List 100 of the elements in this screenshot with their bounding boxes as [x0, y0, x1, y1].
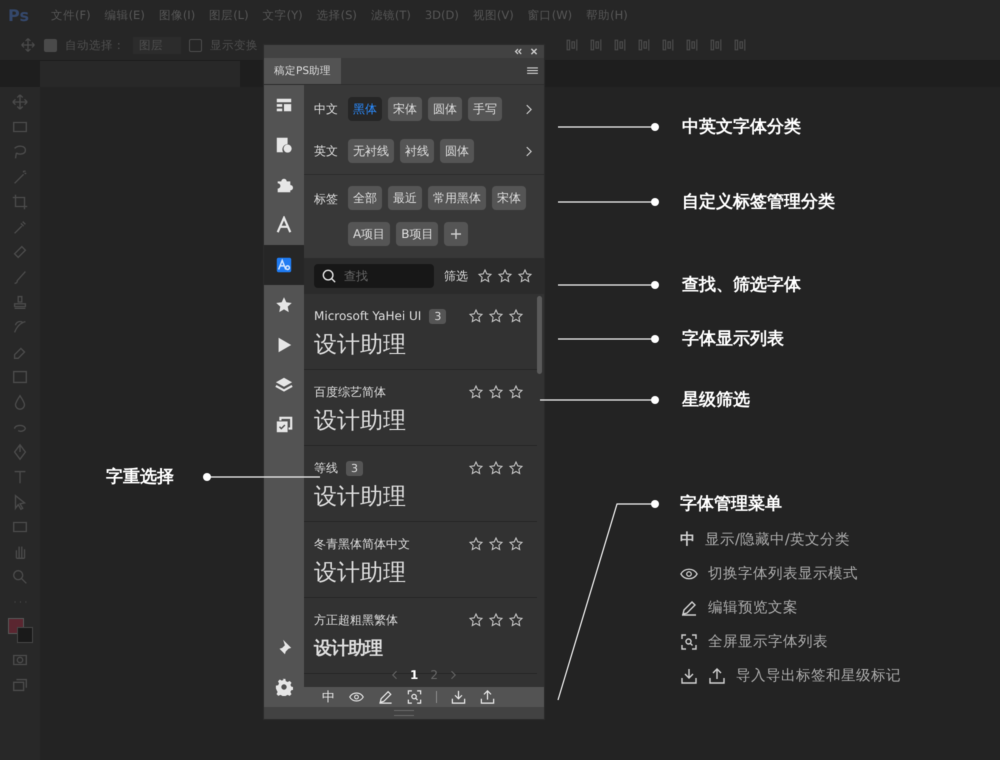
font-name: 方正超粗黑繁体 [314, 612, 398, 628]
star-icon[interactable] [469, 461, 483, 475]
category-chip[interactable]: 无衬线 [348, 139, 394, 163]
star-rating[interactable] [469, 309, 523, 323]
chevron-right-icon[interactable] [525, 146, 532, 156]
checkbox[interactable] [44, 38, 57, 52]
star-icon[interactable] [509, 385, 523, 399]
category-chip[interactable]: 圆体 [440, 139, 474, 163]
font-name: 冬青黑体简体中文 [314, 536, 410, 552]
annotation-title: 字体显示列表 [682, 328, 784, 351]
font-preview: 设计助理 [314, 637, 384, 661]
legend-text: 显示/隐藏中/英文分类 [705, 531, 850, 549]
scrollbar[interactable] [537, 296, 542, 374]
panel-tab[interactable]: 稿定PS助理 [264, 58, 341, 84]
font-search-icon [275, 256, 293, 274]
weight-count-badge[interactable]: 3 [346, 460, 363, 476]
star-icon[interactable] [489, 309, 503, 323]
star-icon[interactable] [498, 269, 512, 283]
font-preview: 设计助理 [314, 559, 407, 587]
category-chip[interactable]: 圆体 [428, 97, 462, 121]
upload-icon [708, 668, 726, 684]
star-icon[interactable] [509, 613, 523, 627]
search-icon [322, 269, 336, 283]
letter-icon [275, 216, 293, 234]
annotation-title: 查找、筛选字体 [682, 274, 801, 297]
eye-icon [680, 566, 698, 582]
star-icon[interactable] [469, 385, 483, 399]
star-icon[interactable] [509, 309, 523, 323]
previous-page-icon[interactable] [392, 670, 398, 680]
upload-icon[interactable] [480, 690, 495, 704]
category-label: 英文 [314, 142, 339, 160]
layout-icon [275, 96, 293, 114]
resize-grip[interactable] [394, 710, 414, 716]
annotation-title: 字体管理菜单 [680, 493, 783, 516]
tag-chip[interactable]: 最近 [388, 186, 422, 210]
tag-chip[interactable]: B项目 [396, 222, 438, 246]
scan-search-icon[interactable] [407, 690, 422, 704]
chevron-right-icon[interactable] [525, 104, 532, 114]
scan-search-icon [680, 634, 698, 650]
tag-chip[interactable]: 全部 [348, 186, 382, 210]
font-preview: 设计助理 [314, 331, 407, 359]
filter-label: 筛选 [444, 268, 468, 284]
app-logo: Ps [8, 6, 29, 24]
download-icon [680, 668, 698, 684]
category-chip[interactable]: 衬线 [400, 139, 434, 163]
star-rating[interactable] [469, 537, 523, 551]
category-chip[interactable]: 黑体 [348, 97, 382, 121]
font-preview: 设计助理 [314, 483, 407, 511]
add-tag-button[interactable] [444, 222, 468, 246]
legend-text: 导入导出标签和星级标记 [736, 667, 901, 685]
checkbox[interactable] [189, 38, 202, 52]
star-icon[interactable] [509, 537, 523, 551]
legend-text: 全屏显示字体列表 [708, 632, 828, 651]
star-rating[interactable] [469, 613, 523, 627]
star-icon[interactable] [489, 461, 503, 475]
tag-chip[interactable]: A项目 [348, 222, 390, 246]
star-icon[interactable] [469, 537, 483, 551]
puzzle-icon [275, 176, 293, 194]
star-icon[interactable] [489, 613, 503, 627]
star-icon [275, 296, 293, 314]
shapes-icon [275, 136, 293, 154]
tag-chip[interactable]: 宋体 [492, 186, 526, 210]
font-row[interactable]: 等线 3 设计助理 [304, 446, 537, 522]
font-row[interactable]: 冬青黑体简体中文 设计助理 [304, 522, 537, 598]
nav-tab[interactable] [264, 245, 304, 285]
layers-icon [275, 376, 293, 394]
star-icon[interactable] [478, 269, 492, 283]
star-filter[interactable] [478, 269, 532, 283]
plus-icon [450, 228, 462, 240]
font-name: Microsoft YaHei UI [314, 309, 422, 323]
close-icon[interactable] [530, 48, 538, 55]
search-field[interactable]: 查找 [314, 264, 434, 288]
color-swatches-drawing[interactable] [6, 618, 34, 644]
tag-chip[interactable]: 常用黑体 [428, 186, 486, 210]
font-row[interactable]: 百度综艺简体 设计助理 [304, 370, 537, 446]
font-name: 等线 [314, 460, 338, 476]
star-icon[interactable] [509, 461, 523, 475]
star-icon[interactable] [489, 385, 503, 399]
eye-icon[interactable] [349, 690, 364, 704]
annotation-title: 中英文字体分类 [682, 116, 801, 139]
category-chip[interactable]: 手写 [468, 97, 502, 121]
star-icon[interactable] [469, 613, 483, 627]
font-name: 百度综艺简体 [314, 384, 386, 400]
font-preview: 设计助理 [314, 407, 407, 435]
language-toggle[interactable]: 中 [322, 688, 335, 706]
collapse-icon[interactable] [514, 48, 522, 55]
star-rating[interactable] [469, 385, 523, 399]
pencil-icon[interactable] [378, 690, 393, 704]
download-icon[interactable] [451, 690, 466, 704]
star-icon[interactable] [489, 537, 503, 551]
legend-text: 切换字体列表显示模式 [708, 564, 858, 583]
category-chip[interactable]: 宋体 [388, 97, 422, 121]
settings-icon[interactable] [275, 678, 293, 696]
star-icon[interactable] [518, 269, 532, 283]
menu-icon[interactable] [527, 66, 538, 76]
star-rating[interactable] [469, 461, 523, 475]
next-page-icon[interactable] [450, 670, 456, 680]
weight-count-badge[interactable]: 3 [429, 308, 446, 324]
category-label: 中文 [314, 100, 339, 118]
star-icon[interactable] [469, 309, 483, 323]
